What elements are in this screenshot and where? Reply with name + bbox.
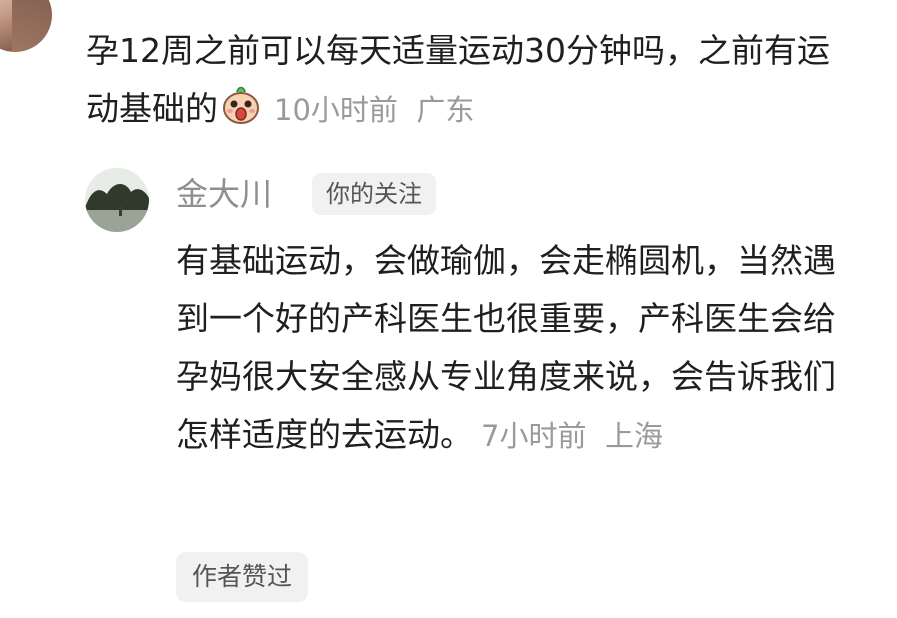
reply-time: 7小时前 bbox=[481, 419, 587, 453]
commenter-avatar[interactable] bbox=[0, 0, 52, 52]
avatar-hair-shape bbox=[12, 0, 52, 52]
reply-location: 上海 bbox=[604, 419, 663, 453]
reply-author-name[interactable]: 金大川 bbox=[176, 172, 272, 216]
comment-body: 孕12周之前可以每天适量运动30分钟吗，之前有运动基础的 10小时前 广东 bbox=[86, 22, 846, 139]
landscape-photo-icon bbox=[85, 168, 149, 232]
reply-author-avatar[interactable] bbox=[85, 168, 149, 232]
reply-body: 有基础运动，会做瑜伽，会走椭圆机，当然遇到一个好的产科医生也很重要，产科医生会给… bbox=[176, 232, 836, 465]
author-liked-badge: 作者赞过 bbox=[176, 552, 309, 602]
comment-time: 10小时前 bbox=[274, 93, 398, 127]
surprised-face-emoji-icon bbox=[220, 84, 262, 126]
comment-location: 广东 bbox=[416, 93, 475, 127]
following-badge: 你的关注 bbox=[312, 173, 436, 215]
